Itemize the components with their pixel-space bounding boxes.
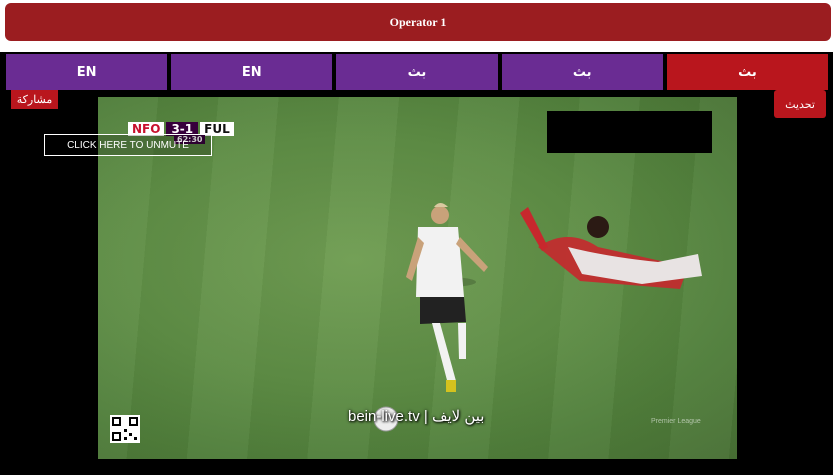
ad-overlay [547,111,712,153]
channel-watermark: bein-live.tv | بين لايف [348,408,485,425]
tab-stream-1[interactable]: EN [6,54,168,90]
competition-logo: Premier League [651,418,701,425]
tab-stream-4[interactable]: بث [501,54,663,90]
tab-stream-2[interactable]: EN [171,54,333,90]
unmute-button[interactable]: CLICK HERE TO UNMUTE [44,134,212,156]
page-title: Operator 1 [5,3,831,41]
share-button[interactable]: مشاركة [11,90,58,109]
top-bar: Operator 1 [0,0,833,52]
tab-stream-3[interactable]: بث [336,54,498,90]
qr-code-icon [110,415,140,443]
stream-tabs: EN EN بث بث بث [6,54,829,90]
tab-stream-5[interactable]: بث [666,54,829,90]
refresh-button[interactable]: تحديث [774,90,826,118]
